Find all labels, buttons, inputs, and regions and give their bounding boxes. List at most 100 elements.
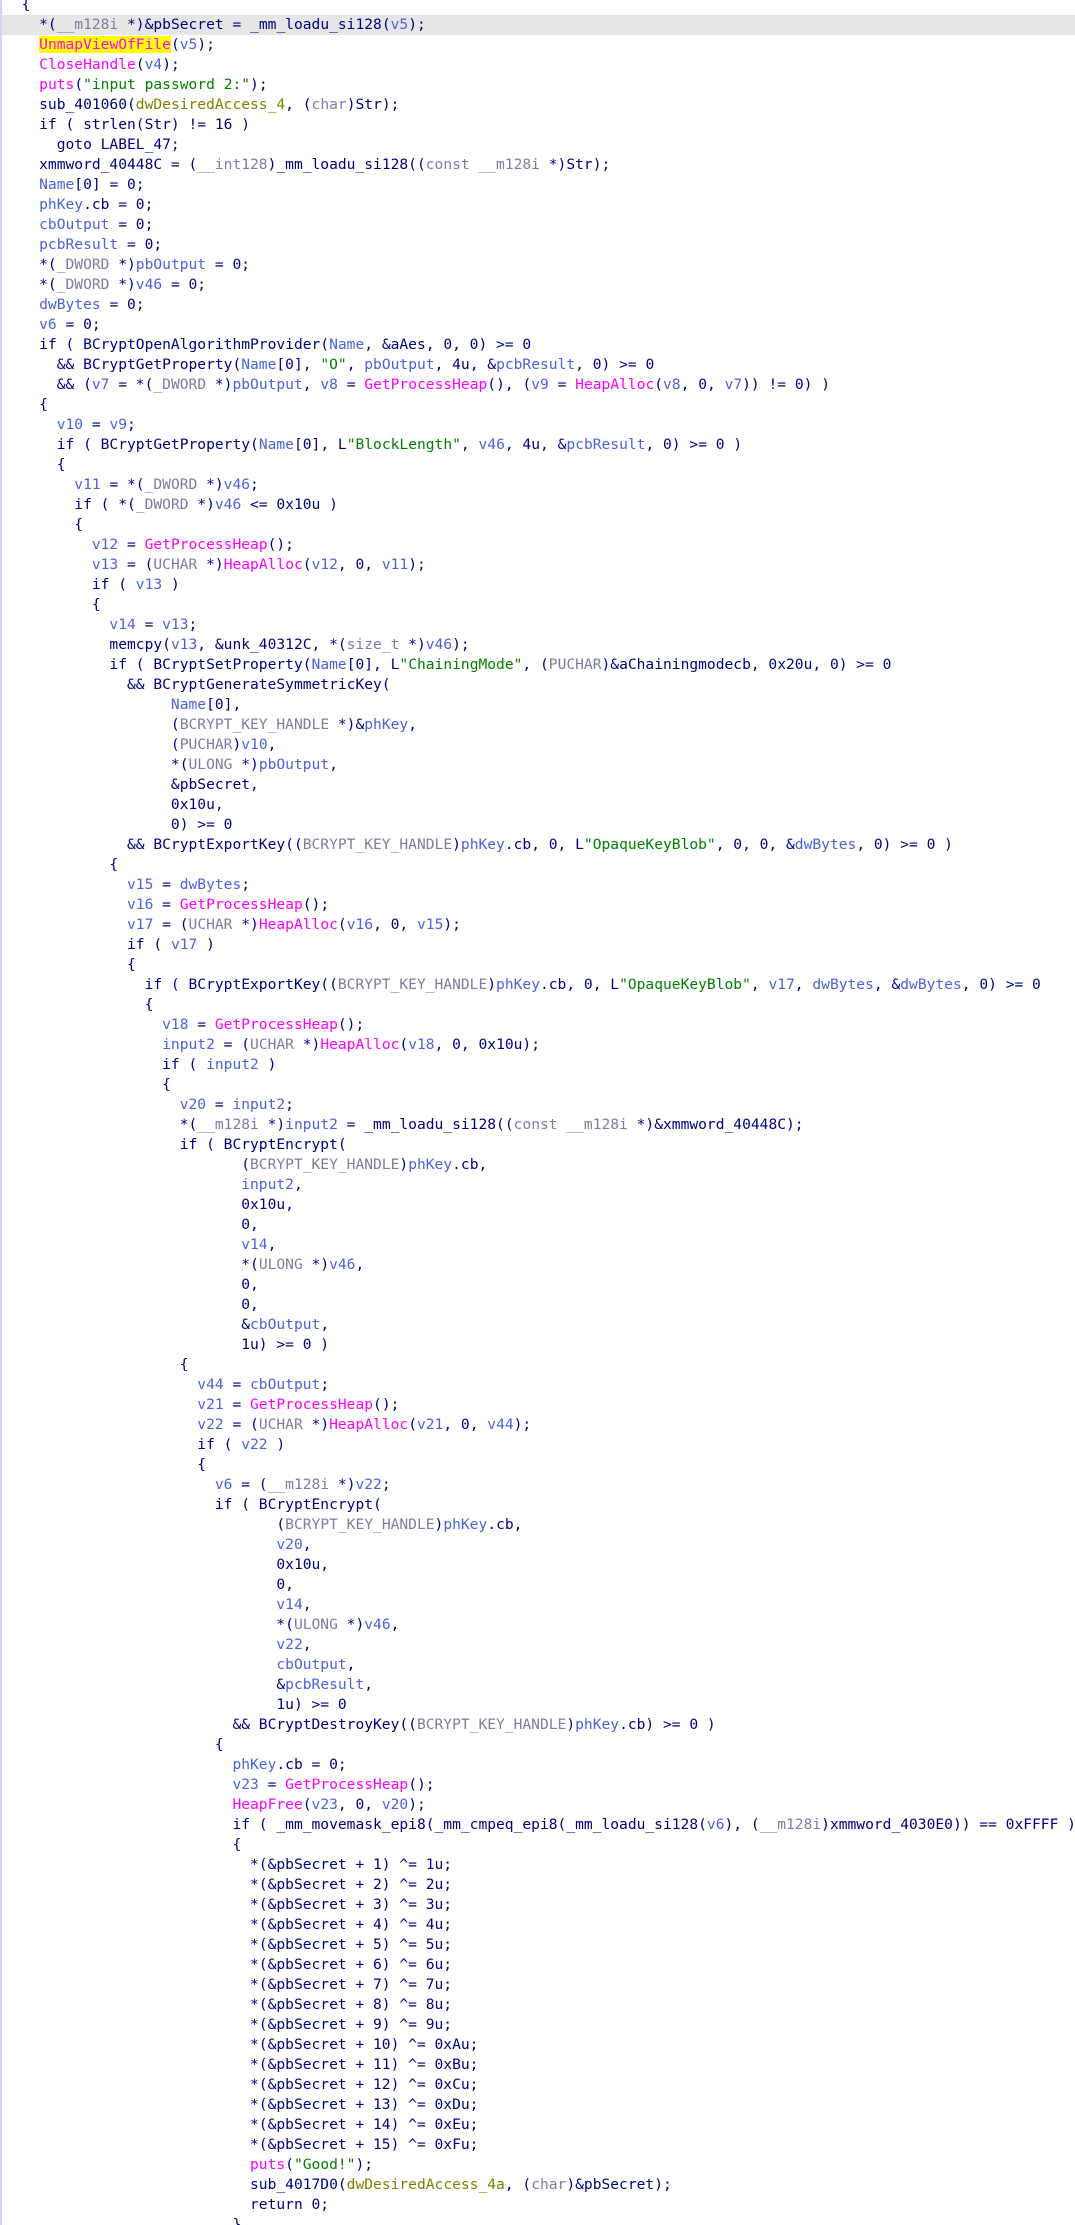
code-line[interactable]: puts("input password 2:"); bbox=[2, 75, 1075, 95]
code-line[interactable]: 1u) >= 0 bbox=[2, 1695, 1075, 1715]
code-line[interactable]: cbOutput = 0; bbox=[2, 215, 1075, 235]
code-line[interactable]: (BCRYPT_KEY_HANDLE *)&phKey, bbox=[2, 715, 1075, 735]
code-line[interactable]: sub_4017D0(dwDesiredAccess_4a, (char)&pb… bbox=[2, 2175, 1075, 2195]
code-line[interactable]: if ( v22 ) bbox=[2, 1435, 1075, 1455]
code-line[interactable]: Name[0] = 0; bbox=[2, 175, 1075, 195]
code-line[interactable]: sub_401060(dwDesiredAccess_4, (char)Str)… bbox=[2, 95, 1075, 115]
code-line[interactable]: { bbox=[2, 1355, 1075, 1375]
code-line[interactable]: v21 = GetProcessHeap(); bbox=[2, 1395, 1075, 1415]
code-line[interactable]: } bbox=[2, 2215, 1075, 2225]
code-line[interactable]: *(ULONG *)v46, bbox=[2, 1615, 1075, 1635]
code-line[interactable]: if ( *(_DWORD *)v46 <= 0x10u ) bbox=[2, 495, 1075, 515]
code-line[interactable]: v44 = cbOutput; bbox=[2, 1375, 1075, 1395]
code-line[interactable]: v11 = *(_DWORD *)v46; bbox=[2, 475, 1075, 495]
code-line[interactable]: (PUCHAR)v10, bbox=[2, 735, 1075, 755]
code-line[interactable]: if ( strlen(Str) != 16 ) bbox=[2, 115, 1075, 135]
code-line[interactable]: v17 = (UCHAR *)HeapAlloc(v16, 0, v15); bbox=[2, 915, 1075, 935]
code-line[interactable]: *(&pbSecret + 9) ^= 9u; bbox=[2, 2015, 1075, 2035]
code-line[interactable]: *(&pbSecret + 13) ^= 0xDu; bbox=[2, 2095, 1075, 2115]
code-line[interactable]: &pcbResult, bbox=[2, 1675, 1075, 1695]
code-line[interactable]: *(__m128i *)input2 = _mm_loadu_si128((co… bbox=[2, 1115, 1075, 1135]
code-line[interactable]: v12 = GetProcessHeap(); bbox=[2, 535, 1075, 555]
code-line[interactable]: CloseHandle(v4); bbox=[2, 55, 1075, 75]
code-line[interactable]: 0x10u, bbox=[2, 1555, 1075, 1575]
code-line[interactable]: 0, bbox=[2, 1575, 1075, 1595]
code-line[interactable]: *(&pbSecret + 4) ^= 4u; bbox=[2, 1915, 1075, 1935]
code-line[interactable]: if ( v17 ) bbox=[2, 935, 1075, 955]
code-line[interactable]: v20 = input2; bbox=[2, 1095, 1075, 1115]
code-line[interactable]: if ( BCryptEncrypt( bbox=[2, 1135, 1075, 1155]
code-line[interactable]: { bbox=[2, 995, 1075, 1015]
code-line[interactable]: v20, bbox=[2, 1535, 1075, 1555]
code-line[interactable]: { bbox=[2, 1075, 1075, 1095]
code-line[interactable]: { bbox=[2, 855, 1075, 875]
code-line[interactable]: if ( BCryptExportKey((BCRYPT_KEY_HANDLE)… bbox=[2, 975, 1075, 995]
code-line[interactable]: 0) >= 0 bbox=[2, 815, 1075, 835]
code-line[interactable]: if ( input2 ) bbox=[2, 1055, 1075, 1075]
code-line[interactable]: *(&pbSecret + 3) ^= 3u; bbox=[2, 1895, 1075, 1915]
code-line[interactable]: input2, bbox=[2, 1175, 1075, 1195]
code-line[interactable]: v13 = (UCHAR *)HeapAlloc(v12, 0, v11); bbox=[2, 555, 1075, 575]
code-line[interactable]: dwBytes = 0; bbox=[2, 295, 1075, 315]
code-line[interactable]: if ( BCryptSetProperty(Name[0], L"Chaini… bbox=[2, 655, 1075, 675]
code-line[interactable]: && BCryptGenerateSymmetricKey( bbox=[2, 675, 1075, 695]
code-line[interactable]: 1u) >= 0 ) bbox=[2, 1335, 1075, 1355]
code-line[interactable]: *(&pbSecret + 1) ^= 1u; bbox=[2, 1855, 1075, 1875]
code-line[interactable]: Name[0], bbox=[2, 695, 1075, 715]
code-line[interactable]: v6 = 0; bbox=[2, 315, 1075, 335]
code-line[interactable]: return 0; bbox=[2, 2195, 1075, 2215]
code-line[interactable]: { bbox=[2, 395, 1075, 415]
code-line[interactable]: 0, bbox=[2, 1215, 1075, 1235]
code-line[interactable]: v6 = (__m128i *)v22; bbox=[2, 1475, 1075, 1495]
code-line[interactable]: *(&pbSecret + 5) ^= 5u; bbox=[2, 1935, 1075, 1955]
code-line[interactable]: xmmword_40448C = (__int128)_mm_loadu_si1… bbox=[2, 155, 1075, 175]
code-line[interactable]: { bbox=[2, 595, 1075, 615]
code-line[interactable]: { bbox=[2, 1835, 1075, 1855]
code-line[interactable]: v10 = v9; bbox=[2, 415, 1075, 435]
code-line[interactable]: *(ULONG *)pbOutput, bbox=[2, 755, 1075, 775]
code-line[interactable]: *(&pbSecret + 11) ^= 0xBu; bbox=[2, 2055, 1075, 2075]
code-line[interactable]: if ( BCryptOpenAlgorithmProvider(Name, &… bbox=[2, 335, 1075, 355]
code-line[interactable]: goto LABEL_47; bbox=[2, 135, 1075, 155]
code-line[interactable]: phKey.cb = 0; bbox=[2, 1755, 1075, 1775]
code-line[interactable]: (BCRYPT_KEY_HANDLE)phKey.cb, bbox=[2, 1155, 1075, 1175]
code-line[interactable]: cbOutput, bbox=[2, 1655, 1075, 1675]
code-line[interactable]: *(__m128i *)&pbSecret = _mm_loadu_si128(… bbox=[2, 15, 1075, 35]
code-line[interactable]: v23 = GetProcessHeap(); bbox=[2, 1775, 1075, 1795]
code-line[interactable]: input2 = (UCHAR *)HeapAlloc(v18, 0, 0x10… bbox=[2, 1035, 1075, 1055]
code-line[interactable]: *(_DWORD *)pbOutput = 0; bbox=[2, 255, 1075, 275]
code-line[interactable]: { bbox=[2, 1735, 1075, 1755]
code-line[interactable]: { bbox=[2, 955, 1075, 975]
code-line[interactable]: if ( BCryptEncrypt( bbox=[2, 1495, 1075, 1515]
code-line[interactable]: *(&pbSecret + 6) ^= 6u; bbox=[2, 1955, 1075, 1975]
code-line[interactable]: *(&pbSecret + 7) ^= 7u; bbox=[2, 1975, 1075, 1995]
code-line[interactable]: && BCryptExportKey((BCRYPT_KEY_HANDLE)ph… bbox=[2, 835, 1075, 855]
code-line[interactable]: 0x10u, bbox=[2, 1195, 1075, 1215]
code-line[interactable]: (BCRYPT_KEY_HANDLE)phKey.cb, bbox=[2, 1515, 1075, 1535]
code-line[interactable]: v16 = GetProcessHeap(); bbox=[2, 895, 1075, 915]
code-line[interactable]: &pbSecret, bbox=[2, 775, 1075, 795]
code-line[interactable]: *(&pbSecret + 10) ^= 0xAu; bbox=[2, 2035, 1075, 2055]
code-line[interactable]: *(&pbSecret + 14) ^= 0xEu; bbox=[2, 2115, 1075, 2135]
code-line[interactable]: if ( v13 ) bbox=[2, 575, 1075, 595]
code-line[interactable]: pcbResult = 0; bbox=[2, 235, 1075, 255]
code-line[interactable]: *(&pbSecret + 2) ^= 2u; bbox=[2, 1875, 1075, 1895]
code-line[interactable]: if ( _mm_movemask_epi8(_mm_cmpeq_epi8(_m… bbox=[2, 1815, 1075, 1835]
code-line[interactable]: { bbox=[2, 515, 1075, 535]
code-line[interactable]: *(&pbSecret + 15) ^= 0xFu; bbox=[2, 2135, 1075, 2155]
code-line[interactable]: if ( BCryptGetProperty(Name[0], L"BlockL… bbox=[2, 435, 1075, 455]
code-line[interactable]: v14, bbox=[2, 1235, 1075, 1255]
code-line[interactable]: HeapFree(v23, 0, v20); bbox=[2, 1795, 1075, 1815]
pseudocode-view[interactable]: { *(__m128i *)&pbSecret = _mm_loadu_si12… bbox=[0, 0, 1075, 2225]
code-line[interactable]: *(ULONG *)v46, bbox=[2, 1255, 1075, 1275]
code-line[interactable]: v22 = (UCHAR *)HeapAlloc(v21, 0, v44); bbox=[2, 1415, 1075, 1435]
code-line[interactable]: && (v7 = *(_DWORD *)pbOutput, v8 = GetPr… bbox=[2, 375, 1075, 395]
code-line[interactable]: &cbOutput, bbox=[2, 1315, 1075, 1335]
code-line[interactable]: v18 = GetProcessHeap(); bbox=[2, 1015, 1075, 1035]
code-line[interactable]: { bbox=[2, 1455, 1075, 1475]
code-line[interactable]: { bbox=[2, 0, 1075, 15]
code-line[interactable]: && BCryptDestroyKey((BCRYPT_KEY_HANDLE)p… bbox=[2, 1715, 1075, 1735]
code-line[interactable]: 0, bbox=[2, 1295, 1075, 1315]
code-line[interactable]: memcpy(v13, &unk_40312C, *(size_t *)v46)… bbox=[2, 635, 1075, 655]
code-line[interactable]: v14, bbox=[2, 1595, 1075, 1615]
